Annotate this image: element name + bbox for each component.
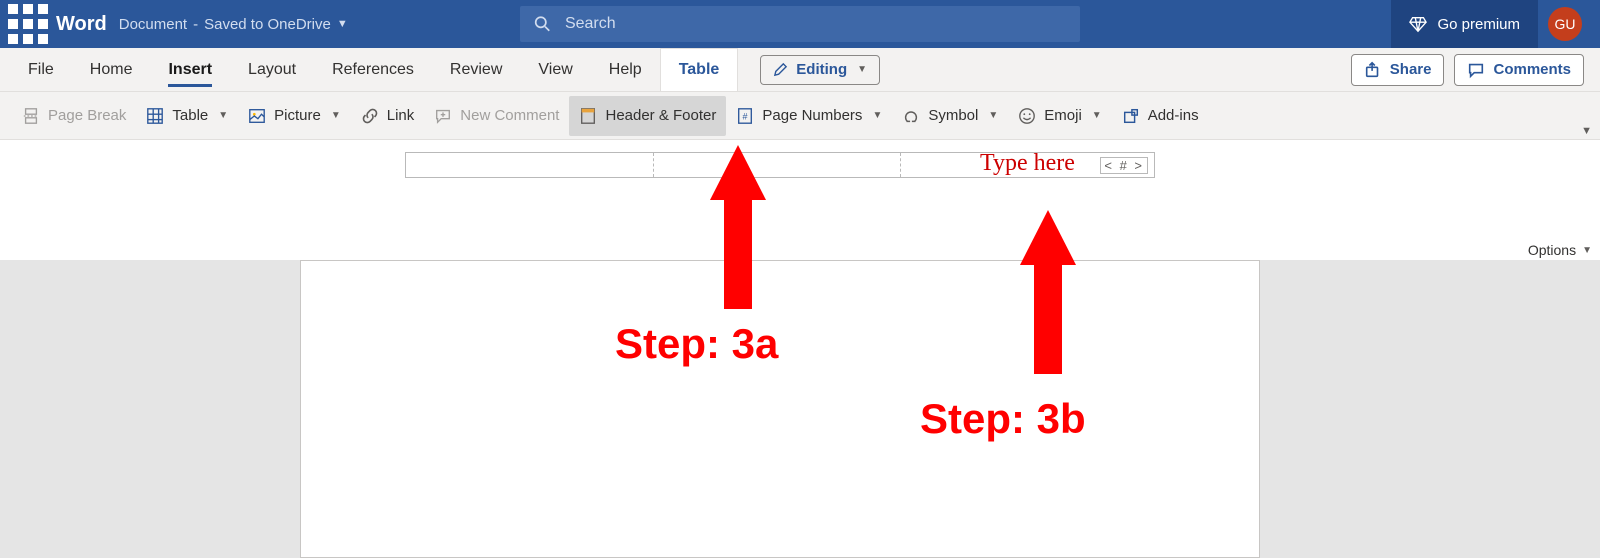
chevron-down-icon: ▼ — [872, 110, 882, 121]
document-page[interactable] — [300, 260, 1260, 558]
header-footer-icon — [579, 107, 597, 125]
emoji-button[interactable]: Emoji ▼ — [1008, 96, 1111, 136]
picture-button[interactable]: Picture ▼ — [238, 96, 351, 136]
ribbon: Page Break Table ▼ Picture ▼ Link New Co… — [0, 92, 1600, 140]
annotation-label-3b: Step: 3b — [920, 395, 1086, 443]
app-launcher-icon[interactable] — [8, 4, 48, 44]
addins-icon — [1122, 107, 1140, 125]
tab-insert[interactable]: Insert — [150, 48, 230, 91]
title-bar: Word Document - Saved to OneDrive ▼ Go p… — [0, 0, 1600, 48]
share-button[interactable]: Share — [1351, 54, 1445, 86]
header-cell-left[interactable] — [406, 153, 654, 177]
new-comment-button[interactable]: New Comment — [424, 96, 569, 136]
editing-mode-button[interactable]: Editing ▼ — [760, 55, 880, 85]
tab-view[interactable]: View — [520, 48, 590, 91]
symbol-icon — [902, 107, 920, 125]
page-numbers-icon: # — [736, 107, 754, 125]
tabs-row: File Home Insert Layout References Revie… — [0, 48, 1600, 92]
page-break-button[interactable]: Page Break — [12, 96, 136, 136]
chevron-down-icon: ▼ — [1582, 245, 1592, 256]
chevron-down-icon: ▼ — [337, 18, 348, 30]
picture-icon — [248, 107, 266, 125]
link-button[interactable]: Link — [351, 96, 425, 136]
symbol-button[interactable]: Symbol ▼ — [892, 96, 1008, 136]
document-title-button[interactable]: Document - Saved to OneDrive ▼ — [119, 16, 348, 33]
search-box[interactable] — [520, 6, 1080, 42]
tab-review[interactable]: Review — [432, 48, 520, 91]
save-status: Saved to OneDrive — [204, 16, 331, 33]
header-options-button[interactable]: Options ▼ — [1528, 242, 1592, 258]
title-bar-right: Go premium GU — [1391, 0, 1592, 48]
diamond-icon — [1409, 15, 1427, 33]
tab-layout[interactable]: Layout — [230, 48, 314, 91]
go-premium-button[interactable]: Go premium — [1391, 0, 1538, 48]
tab-file[interactable]: File — [10, 48, 72, 91]
avatar[interactable]: GU — [1548, 7, 1582, 41]
tab-home[interactable]: Home — [72, 48, 151, 91]
ribbon-collapse-chevron[interactable]: ▼ — [1581, 125, 1592, 137]
new-comment-icon — [434, 107, 452, 125]
page-numbers-button[interactable]: # Page Numbers ▼ — [726, 96, 892, 136]
chevron-down-icon: ▼ — [218, 110, 228, 121]
tabs-right: Share Comments — [1351, 54, 1590, 86]
chevron-down-icon: ▼ — [988, 110, 998, 121]
page-break-icon — [22, 107, 40, 125]
search-wrap — [520, 6, 1080, 42]
header-footer-button[interactable]: Header & Footer — [569, 96, 726, 136]
search-icon — [534, 15, 551, 33]
header-row-table[interactable]: < # > — [405, 152, 1155, 178]
app-name-label: Word — [56, 13, 107, 36]
document-name: Document — [119, 16, 187, 33]
document-canvas — [0, 260, 1600, 558]
link-icon — [361, 107, 379, 125]
tab-table[interactable]: Table — [660, 48, 739, 91]
table-button[interactable]: Table ▼ — [136, 96, 238, 136]
search-input[interactable] — [565, 15, 1066, 33]
annotation-arrow-3a — [710, 145, 766, 200]
header-cell-right[interactable]: < # > — [901, 153, 1154, 177]
table-icon — [146, 107, 164, 125]
annotation-label-3a: Step: 3a — [615, 320, 778, 368]
header-edit-area: Type here < # > Options ▼ — [0, 140, 1600, 260]
comments-button[interactable]: Comments — [1454, 54, 1584, 86]
tab-references[interactable]: References — [314, 48, 432, 91]
chevron-down-icon: ▼ — [331, 110, 341, 121]
annotation-arrow-3b — [1020, 210, 1076, 265]
addins-button[interactable]: Add-ins — [1112, 96, 1209, 136]
share-icon — [1364, 61, 1382, 79]
page-number-placeholder[interactable]: < # > — [1100, 157, 1148, 174]
header-cell-center[interactable] — [654, 153, 902, 177]
chevron-down-icon: ▼ — [1092, 110, 1102, 121]
chevron-down-icon: ▼ — [857, 64, 867, 75]
comment-icon — [1467, 61, 1485, 79]
tab-help[interactable]: Help — [591, 48, 660, 91]
svg-text:#: # — [743, 111, 748, 121]
emoji-icon — [1018, 107, 1036, 125]
